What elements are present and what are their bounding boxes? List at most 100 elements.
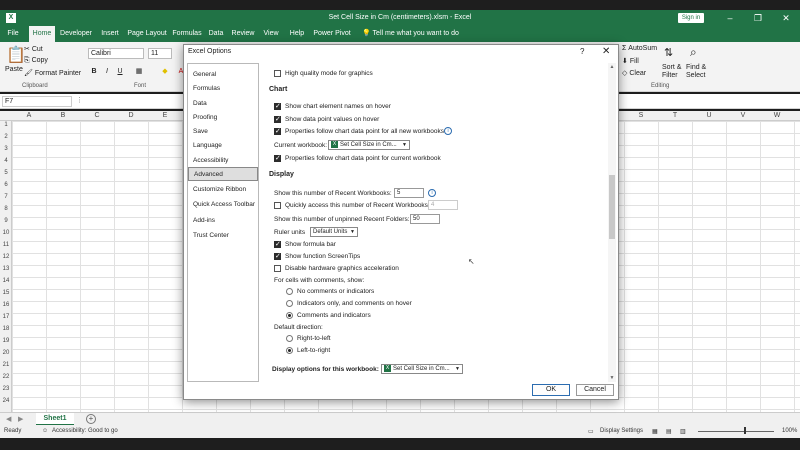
nav-accessibility[interactable]: Accessibility [188, 154, 258, 168]
column-header[interactable]: T [658, 112, 692, 119]
underline-button[interactable]: U [115, 66, 125, 77]
show-names-checkbox[interactable] [274, 102, 281, 110]
quick-access-spinner[interactable]: 4 [428, 200, 458, 210]
current-workbook-dropdown[interactable]: X Set Cell Size in Cm... ▼ [328, 140, 410, 150]
tab-view[interactable]: View [261, 26, 281, 42]
paste-button[interactable]: Paste [5, 66, 23, 73]
tab-page-layout[interactable]: Page Layout [126, 26, 168, 42]
row-header[interactable]: 16 [0, 302, 12, 308]
paste-icon[interactable]: 📋 [6, 45, 26, 65]
row-header[interactable]: 18 [0, 326, 12, 332]
font-size-select[interactable]: 11 [148, 48, 172, 59]
no-comments-radio[interactable] [286, 288, 293, 295]
bold-button[interactable]: B [89, 66, 99, 77]
screentips-checkbox[interactable] [274, 252, 281, 260]
show-values-checkbox[interactable] [274, 115, 281, 123]
sort-label[interactable]: Sort & [662, 64, 681, 71]
column-header[interactable]: A [12, 112, 46, 119]
tell-me-search[interactable]: 💡 Tell me what you want to do [362, 26, 459, 42]
tab-data[interactable]: Data [206, 26, 226, 42]
row-header[interactable]: 9 [0, 218, 12, 224]
nav-general[interactable]: General [188, 68, 258, 82]
tab-home[interactable]: Home [29, 26, 55, 42]
tab-power-pivot[interactable]: Power Pivot [313, 26, 351, 42]
column-header[interactable]: S [624, 112, 658, 119]
close-window-icon[interactable]: ✕ [780, 12, 792, 24]
nav-advanced[interactable]: Advanced [188, 167, 258, 181]
row-header[interactable]: 6 [0, 182, 12, 188]
name-box[interactable]: F7 [2, 96, 72, 107]
normal-view-icon[interactable]: ▦ [652, 428, 658, 435]
column-header[interactable]: W [760, 112, 794, 119]
row-header[interactable]: 21 [0, 362, 12, 368]
nav-language[interactable]: Language [188, 139, 258, 153]
page-layout-view-icon[interactable]: ▤ [666, 428, 672, 435]
display-settings-button[interactable]: Display Settings [600, 428, 643, 434]
column-header[interactable]: C [80, 112, 114, 119]
unpinned-folders-spinner[interactable]: 50 [410, 214, 440, 224]
formula-bar-checkbox[interactable] [274, 240, 281, 248]
row-header[interactable]: 14 [0, 278, 12, 284]
rtl-radio[interactable] [286, 335, 293, 342]
row-header[interactable]: 3 [0, 146, 12, 152]
nav-formulas[interactable]: Formulas [188, 82, 258, 96]
row-header[interactable]: 2 [0, 134, 12, 140]
nav-data[interactable]: Data [188, 97, 258, 111]
row-header[interactable]: 8 [0, 206, 12, 212]
scroll-up-icon[interactable]: ▲ [608, 63, 616, 71]
help-icon[interactable]: ? [580, 47, 584, 56]
add-sheet-icon[interactable]: + [86, 414, 96, 424]
row-header[interactable]: 23 [0, 386, 12, 392]
column-header[interactable]: E [148, 112, 182, 119]
accessibility-status[interactable]: Accessibility: Good to go [52, 428, 118, 434]
italic-button[interactable]: I [102, 66, 112, 77]
tab-developer[interactable]: Developer [59, 26, 93, 42]
tab-review[interactable]: Review [229, 26, 257, 42]
tab-help[interactable]: Help [287, 26, 307, 42]
quick-access-checkbox[interactable] [274, 202, 281, 209]
row-header[interactable]: 13 [0, 266, 12, 272]
zoom-slider-thumb[interactable] [744, 427, 746, 434]
fx-icon[interactable]: ⋮ [76, 96, 83, 104]
row-header[interactable]: 1 [0, 122, 12, 128]
disable-hw-checkbox[interactable] [274, 265, 281, 272]
column-header[interactable]: V [726, 112, 760, 119]
comments-indicators-radio[interactable] [286, 312, 293, 319]
zoom-level[interactable]: 100% [782, 428, 797, 434]
workbook-options-dropdown[interactable]: X Set Cell Size in Cm... ▼ [381, 364, 463, 374]
autosum-button[interactable]: Σ AutoSum [622, 45, 657, 52]
fill-button[interactable]: ⬇ Fill [622, 57, 639, 65]
page-break-view-icon[interactable]: ▥ [680, 428, 686, 435]
borders-icon[interactable]: ▦ [134, 66, 144, 77]
filter-label[interactable]: Filter [662, 72, 678, 79]
tab-insert[interactable]: Insert [98, 26, 122, 42]
nav-trust-center[interactable]: Trust Center [188, 229, 258, 243]
row-header[interactable]: 24 [0, 398, 12, 404]
ruler-units-dropdown[interactable]: Default Units ▼ [310, 227, 358, 237]
cancel-button[interactable]: Cancel [576, 384, 614, 396]
props-all-checkbox[interactable] [274, 127, 281, 135]
nav-save[interactable]: Save [188, 125, 258, 139]
cut-button[interactable]: ✂ Cut [24, 45, 43, 53]
props-current-checkbox[interactable] [274, 154, 281, 162]
tab-file[interactable]: File [4, 26, 22, 42]
sort-filter-icon[interactable]: ⇅ [664, 46, 673, 59]
row-header[interactable]: 5 [0, 170, 12, 176]
ltr-radio[interactable] [286, 347, 293, 354]
row-header[interactable]: 12 [0, 254, 12, 260]
indicators-only-radio[interactable] [286, 300, 293, 307]
format-painter-button[interactable]: 🖌 Format Painter [24, 69, 81, 77]
maximize-icon[interactable]: ❐ [752, 12, 764, 24]
scroll-down-icon[interactable]: ▼ [608, 374, 616, 382]
row-header[interactable]: 11 [0, 242, 12, 248]
row-header[interactable]: 15 [0, 290, 12, 296]
row-header[interactable]: 7 [0, 194, 12, 200]
scrollbar-thumb[interactable] [609, 175, 615, 239]
select-label[interactable]: Select [686, 72, 705, 79]
column-header[interactable]: D [114, 112, 148, 119]
find-label[interactable]: Find & [686, 64, 706, 71]
sheet-nav-left-icon[interactable]: ◀ [6, 415, 11, 423]
font-name-select[interactable]: Calibri [88, 48, 144, 59]
column-header[interactable]: U [692, 112, 726, 119]
row-header[interactable]: 19 [0, 338, 12, 344]
